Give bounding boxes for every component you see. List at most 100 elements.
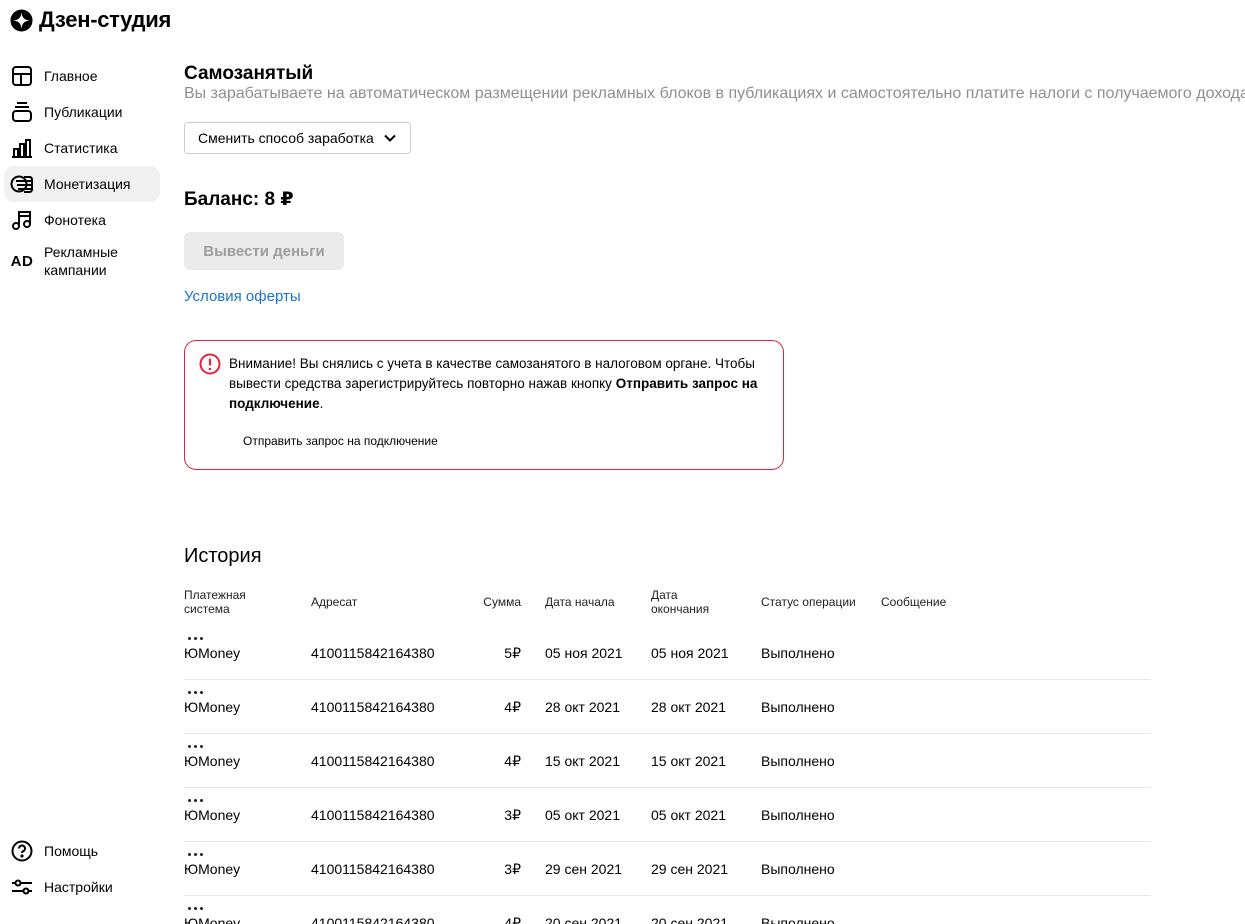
- cell-end-date: 29 сен 2021: [651, 861, 729, 877]
- history-title: История: [184, 545, 262, 567]
- cell-start-date: 05 ноя 2021: [545, 645, 623, 661]
- statistics-icon: [10, 136, 34, 160]
- cell-start-date: 29 сен 2021: [545, 861, 623, 877]
- cell-status: Выполнено: [761, 645, 835, 661]
- cell-recipient: 4100115842164380: [311, 915, 435, 924]
- cell-end-date: 15 окт 2021: [651, 753, 726, 769]
- cell-start-date: 28 окт 2021: [545, 699, 620, 715]
- ad-icon-text: AD: [10, 252, 34, 270]
- cell-recipient: 4100115842164380: [311, 645, 435, 661]
- cell-end-date: 05 ноя 2021: [651, 645, 729, 661]
- table-row: ЮMoney 4100115842164380 3₽ 29 сен 2021 2…: [184, 842, 1151, 896]
- column-header-payment-system: Платежная система: [184, 588, 246, 616]
- sidebar-item-main[interactable]: Главное: [4, 58, 160, 94]
- alert-text-part2: .: [319, 396, 324, 411]
- more-horizontal-icon: [187, 798, 203, 802]
- table-row: ЮMoney 4100115842164380 4₽ 28 окт 2021 2…: [184, 680, 1151, 734]
- table-header: Платежная система Адресат Сумма Дата нач…: [184, 588, 1151, 618]
- cell-start-date: 20 сен 2021: [545, 915, 623, 924]
- offer-terms-link[interactable]: Условия оферты: [184, 288, 301, 305]
- cell-recipient: 4100115842164380: [311, 807, 435, 823]
- more-horizontal-icon: [187, 690, 203, 694]
- sidebar-nav: Главное Публикации Статистика Монетизаци…: [4, 58, 160, 284]
- more-horizontal-icon: [187, 636, 203, 640]
- table-row: ЮMoney 4100115842164380 4₽ 20 сен 2021 2…: [184, 896, 1151, 924]
- publications-icon: [10, 100, 34, 124]
- sidebar-item-music[interactable]: Фонотека: [4, 202, 160, 238]
- sidebar-item-settings[interactable]: Настройки: [4, 869, 160, 905]
- column-header-status: Статус операции: [761, 595, 856, 609]
- history-table: ЮMoney 4100115842164380 5₽ 05 ноя 2021 0…: [184, 626, 1151, 924]
- column-header-message: Сообщение: [881, 595, 947, 609]
- more-horizontal-icon: [187, 744, 203, 748]
- sidebar-item-publications[interactable]: Публикации: [4, 94, 160, 130]
- sidebar-item-label: Статистика: [44, 140, 118, 156]
- cell-end-date: 28 окт 2021: [651, 699, 726, 715]
- warning-alert: Внимание! Вы снялись с учета в качестве …: [184, 340, 784, 470]
- cell-recipient: 4100115842164380: [311, 753, 435, 769]
- column-header-start-date: Дата начала: [545, 595, 615, 609]
- send-connection-request-button[interactable]: Отправить запрос на подключение: [243, 434, 438, 448]
- chevron-down-icon: [384, 134, 396, 142]
- sidebar-item-label: Настройки: [44, 879, 113, 895]
- sidebar-item-monetization[interactable]: Монетизация: [4, 166, 160, 202]
- cell-payment-system: ЮMoney: [184, 807, 241, 823]
- sidebar-item-label: Главное: [44, 68, 98, 84]
- change-earning-method-label: Сменить способ заработка: [198, 130, 374, 146]
- zen-logo-icon: [10, 8, 33, 32]
- cell-status: Выполнено: [761, 699, 835, 715]
- warning-icon: [199, 353, 221, 375]
- cell-sum: 3₽: [504, 807, 521, 823]
- cell-payment-system: ЮMoney: [184, 699, 241, 715]
- change-earning-method-button[interactable]: Сменить способ заработка: [184, 122, 411, 154]
- cell-sum: 5₽: [504, 645, 521, 661]
- page-title: Самозанятый: [184, 63, 314, 84]
- cell-sum: 3₽: [504, 861, 521, 877]
- sidebar-item-label: Помощь: [44, 843, 99, 859]
- monetization-icon: [10, 172, 34, 196]
- table-row: ЮMoney 4100115842164380 4₽ 15 окт 2021 1…: [184, 734, 1151, 788]
- withdraw-button-label: Вывести деньги: [203, 242, 325, 260]
- help-icon: [10, 839, 34, 863]
- cell-sum: 4₽: [504, 699, 521, 715]
- music-icon: [10, 208, 34, 232]
- dashboard-icon: [10, 64, 34, 88]
- alert-message: Внимание! Вы снялись с учета в качестве …: [229, 354, 769, 414]
- sidebar-item-ad-campaigns[interactable]: AD Рекламные кампании: [4, 238, 160, 284]
- column-header-sum: Сумма: [483, 595, 521, 609]
- sidebar-bottom-nav: Помощь Настройки: [4, 833, 160, 905]
- app-logo[interactable]: Дзен-студия: [10, 6, 171, 34]
- more-horizontal-icon: [187, 906, 203, 910]
- cell-payment-system: ЮMoney: [184, 915, 241, 924]
- cell-start-date: 05 окт 2021: [545, 807, 620, 823]
- page-subtitle: Вы зарабатываете на автоматическом разме…: [184, 85, 1245, 102]
- cell-recipient: 4100115842164380: [311, 699, 435, 715]
- sidebar-item-label: Публикации: [44, 104, 123, 120]
- cell-payment-system: ЮMoney: [184, 861, 241, 877]
- table-row: ЮMoney 4100115842164380 3₽ 05 окт 2021 0…: [184, 788, 1151, 842]
- cell-sum: 4₽: [504, 915, 521, 924]
- table-row: ЮMoney 4100115842164380 5₽ 05 ноя 2021 0…: [184, 626, 1151, 680]
- column-header-end-date: Дата окончания: [651, 588, 710, 616]
- cell-status: Выполнено: [761, 861, 835, 877]
- sidebar-item-help[interactable]: Помощь: [4, 833, 160, 869]
- withdraw-button[interactable]: Вывести деньги: [184, 232, 344, 270]
- cell-end-date: 05 окт 2021: [651, 807, 726, 823]
- cell-end-date: 20 сен 2021: [651, 915, 729, 924]
- more-horizontal-icon: [187, 852, 203, 856]
- cell-start-date: 15 окт 2021: [545, 753, 620, 769]
- settings-icon: [10, 875, 34, 899]
- sidebar-item-label: Фонотека: [44, 212, 106, 228]
- sidebar-item-statistics[interactable]: Статистика: [4, 130, 160, 166]
- cell-status: Выполнено: [761, 915, 835, 924]
- cell-payment-system: ЮMoney: [184, 645, 241, 661]
- app-title: Дзен-студия: [39, 7, 171, 32]
- cell-status: Выполнено: [761, 753, 835, 769]
- sidebar-item-label: Монетизация: [44, 176, 131, 192]
- sidebar-item-label: Рекламные кампании: [44, 244, 118, 278]
- column-header-recipient: Адресат: [311, 595, 358, 609]
- cell-status: Выполнено: [761, 807, 835, 823]
- cell-payment-system: ЮMoney: [184, 753, 241, 769]
- ad-icon: AD: [10, 249, 34, 273]
- cell-sum: 4₽: [504, 753, 521, 769]
